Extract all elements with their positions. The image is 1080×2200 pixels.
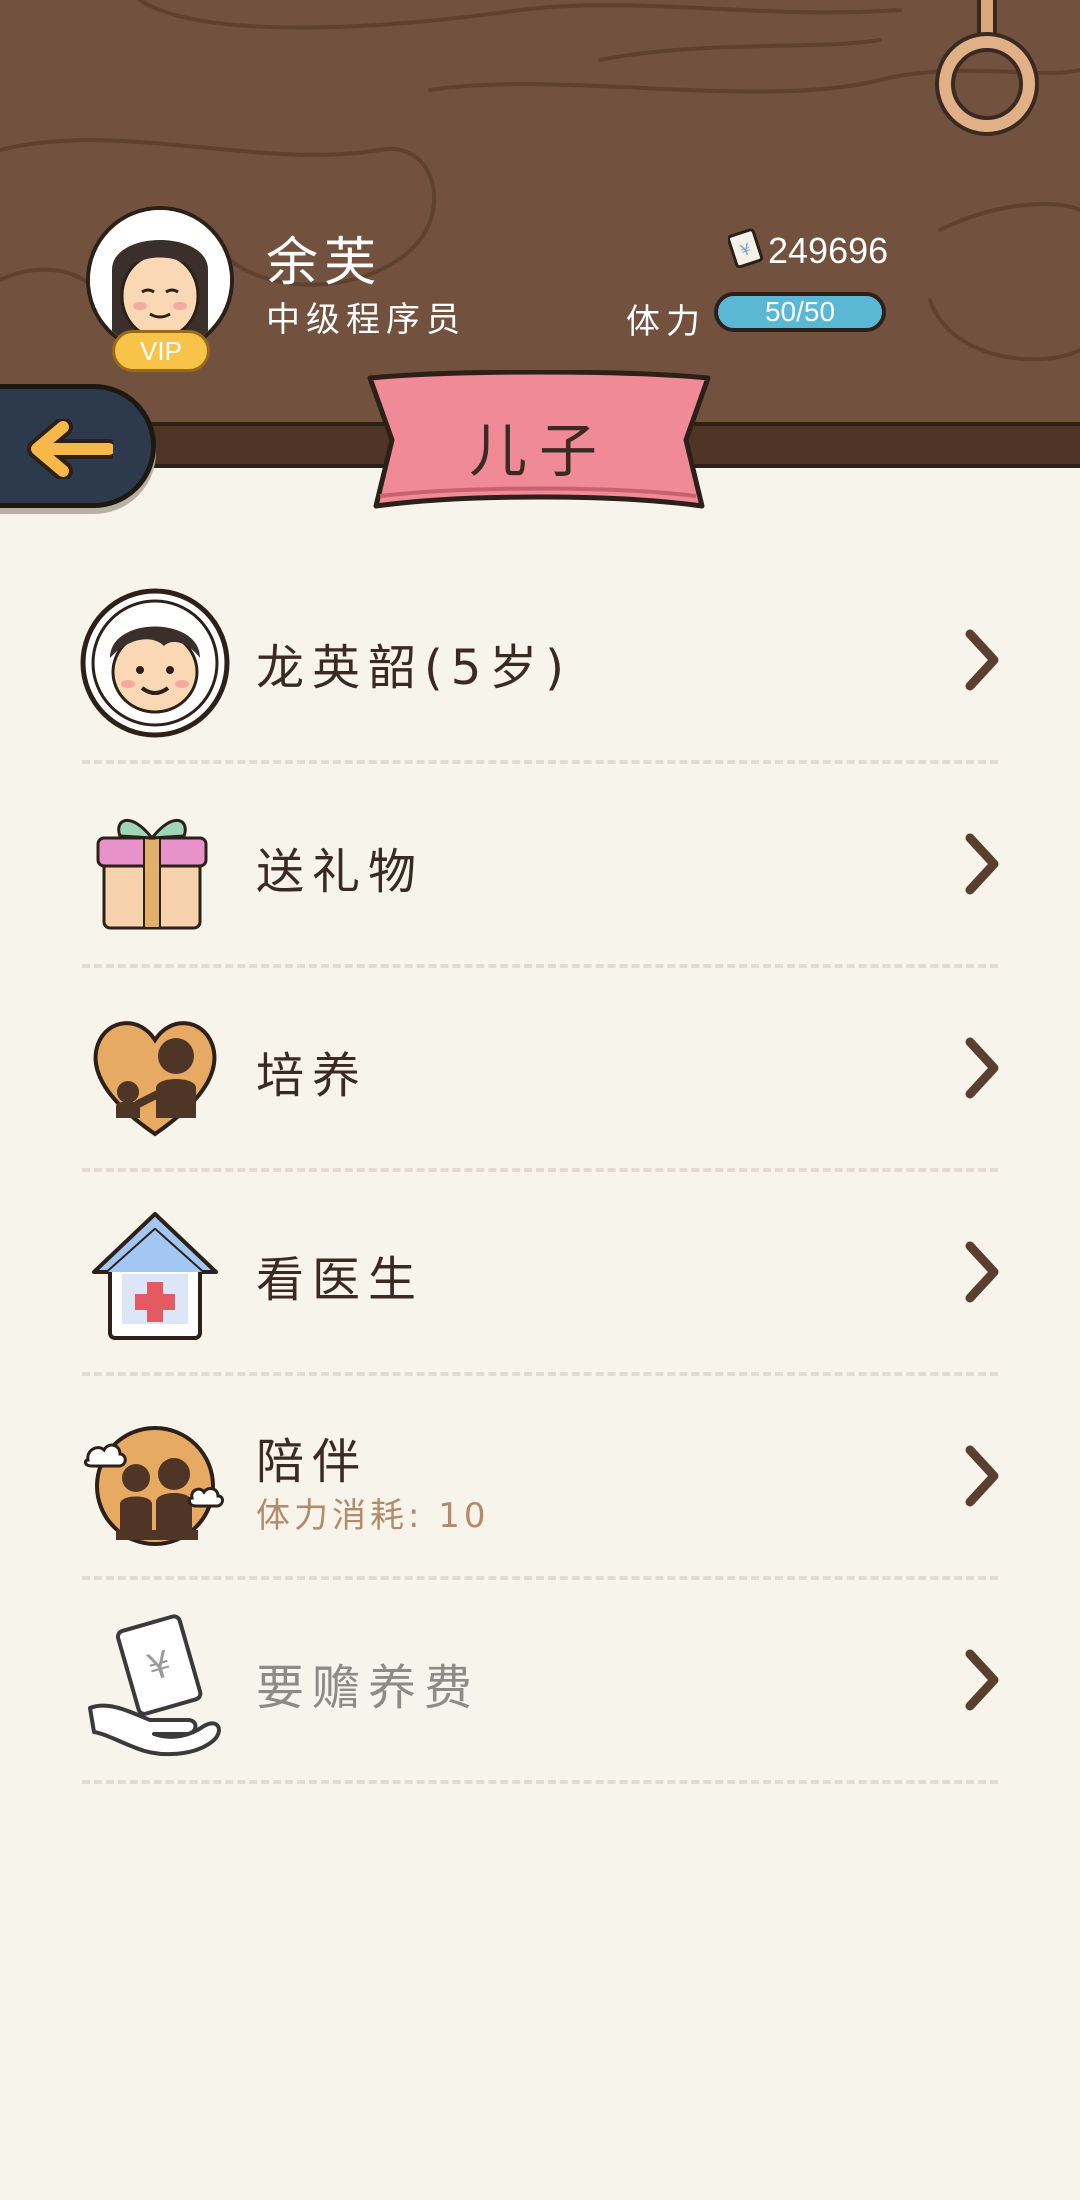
page-title: 儿子 [468, 417, 609, 485]
accompany-label: 陪伴 [256, 1434, 369, 1490]
companion-icon [83, 1426, 224, 1546]
chevron-right-icon [965, 1649, 999, 1711]
gift-icon [96, 818, 208, 930]
heart-parent-child-icon [93, 1021, 217, 1137]
vip-badge: VIP [112, 330, 210, 372]
player-face-icon [90, 210, 230, 350]
list-item-send-gift[interactable]: 送礼物 [0, 764, 1080, 968]
child-avatar-icon [80, 588, 230, 738]
money-hand-icon: ¥ [88, 1614, 221, 1757]
row-divider [82, 1780, 998, 1784]
chevron-right-icon [965, 1445, 999, 1507]
player-title: 中级程序员 [266, 300, 466, 340]
stamina-bar: 50/50 [714, 292, 886, 332]
hang-ring-icon[interactable] [930, 0, 1050, 140]
list-item-nurture[interactable]: 培养 [0, 968, 1080, 1172]
hospital-icon [92, 1212, 218, 1340]
chevron-right-icon [965, 1241, 999, 1303]
nurture-label: 培养 [256, 1048, 369, 1104]
chevron-right-icon [965, 629, 999, 691]
back-button[interactable] [0, 384, 156, 508]
stamina-label: 体力 [626, 302, 706, 342]
player-name: 余芙 [266, 233, 383, 293]
claim-support-label: 要赡养费 [256, 1660, 481, 1716]
send-gift-label: 送礼物 [256, 844, 425, 900]
child-name-label: 龙英韶(5岁) [256, 640, 572, 696]
see-doctor-label: 看医生 [256, 1252, 425, 1308]
list-item-accompany[interactable]: 陪伴 体力消耗: 10 [0, 1376, 1080, 1580]
accompany-cost-label: 体力消耗: 10 [256, 1496, 490, 1536]
chevron-right-icon [965, 833, 999, 895]
money-note-icon: ¥ [728, 228, 764, 268]
chevron-right-icon [965, 1037, 999, 1099]
back-arrow-icon [27, 419, 113, 479]
list-item-child-profile[interactable]: 龙英韶(5岁) [0, 560, 1080, 764]
list-item-claim-support[interactable]: ¥ 要赡养费 [0, 1580, 1080, 1784]
list-item-see-doctor[interactable]: 看医生 [0, 1172, 1080, 1376]
money-value: 249696 [768, 230, 889, 271]
